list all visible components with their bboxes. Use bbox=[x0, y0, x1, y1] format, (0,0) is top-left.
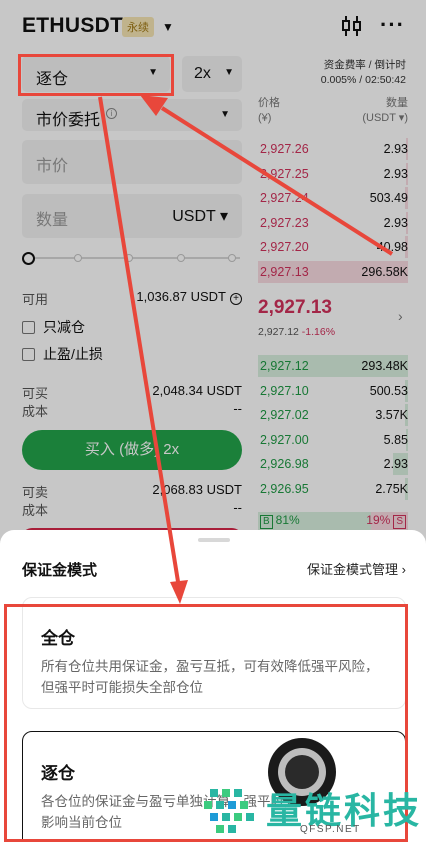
sheet-title: 保证金模式 bbox=[22, 562, 98, 579]
watermark-site: QFSP.NET bbox=[300, 824, 361, 835]
brand-logo-icon bbox=[204, 789, 254, 833]
margin-mode-manage-link[interactable]: 保证金模式管理 › bbox=[307, 559, 406, 578]
annotation-highlight-margin-select bbox=[18, 54, 174, 96]
sheet-drag-handle[interactable] bbox=[198, 538, 230, 542]
